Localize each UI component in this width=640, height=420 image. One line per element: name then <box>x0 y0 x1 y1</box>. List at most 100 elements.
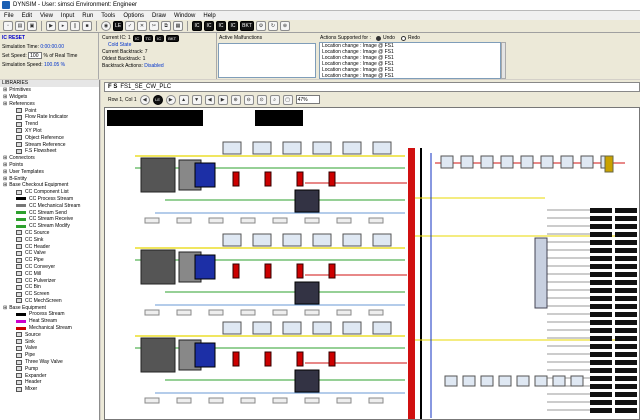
action-item[interactable]: Location change : Image @ FS1 <box>320 73 500 78</box>
library-item[interactable]: CC Conveyer <box>0 264 99 271</box>
library-item[interactable]: Valve <box>0 345 99 352</box>
library-item[interactable]: ⊞ Widgets <box>0 94 99 101</box>
zoom-area-icon[interactable]: ⌕ <box>269 94 280 105</box>
save-icon[interactable]: ▣ <box>27 21 37 31</box>
nav-back-icon[interactable]: ◀ <box>139 94 150 105</box>
library-item[interactable]: XY Plot <box>0 128 99 135</box>
actions-scrollbar[interactable] <box>501 42 506 79</box>
library-item[interactable]: ⊞ Base Equipment <box>0 304 99 311</box>
run-icon[interactable]: ▶ <box>46 21 56 31</box>
library-item[interactable]: ⊞ Base Checkout Equipment <box>0 182 99 189</box>
menu-window[interactable]: Window <box>170 13 199 19</box>
menu-run[interactable]: Run <box>78 13 97 19</box>
menu-edit[interactable]: Edit <box>18 13 36 19</box>
library-item[interactable]: CC Screen <box>0 291 99 298</box>
library-item[interactable]: CC Stream Send <box>0 209 99 216</box>
library-item[interactable]: Source <box>0 331 99 338</box>
ic-button-4[interactable]: IC <box>228 21 238 31</box>
check-icon[interactable]: ✓ <box>125 21 135 31</box>
library-item[interactable]: Pipe <box>0 352 99 359</box>
le-doc-button[interactable]: LE <box>152 94 163 105</box>
open-icon[interactable]: ▤ <box>15 21 25 31</box>
zoom-fit-icon[interactable]: ⊙ <box>256 94 267 105</box>
arrow-right-icon[interactable]: ▶ <box>217 94 228 105</box>
redo-radio[interactable] <box>400 35 406 41</box>
menu-draw[interactable]: Draw <box>148 13 170 19</box>
library-item[interactable]: CC Bin <box>0 284 99 291</box>
nav-fwd-icon[interactable]: ▶ <box>165 94 176 105</box>
arrow-down-icon[interactable]: ▼ <box>191 94 202 105</box>
library-item[interactable]: Flow Rate Indicator <box>0 114 99 121</box>
ic-button-1[interactable]: IC <box>192 21 202 31</box>
tc-panel-button[interactable]: TC <box>143 34 153 42</box>
library-item[interactable]: CC Stream Receive <box>0 216 99 223</box>
library-item[interactable]: ⊞ Connectors <box>0 155 99 162</box>
library-item[interactable]: Three Way Valve <box>0 359 99 366</box>
paste-icon[interactable]: ▦ <box>173 21 183 31</box>
x-icon[interactable]: ✕ <box>137 21 147 31</box>
zoom-select[interactable]: 47% <box>295 95 320 104</box>
menu-view[interactable]: View <box>36 13 57 19</box>
library-item[interactable]: Stream Reference <box>0 141 99 148</box>
menu-input[interactable]: Input <box>57 13 78 19</box>
library-item[interactable]: CC Process Stream <box>0 196 99 203</box>
arrow-up-icon[interactable]: ▲ <box>178 94 189 105</box>
menu-tools[interactable]: Tools <box>97 13 119 19</box>
ic-panel-button-2[interactable]: IC <box>154 34 164 42</box>
library-item[interactable]: Trend <box>0 121 99 128</box>
library-item[interactable]: Mechanical Stream <box>0 325 99 332</box>
malfunctions-list[interactable] <box>218 43 316 78</box>
zoom-out-icon[interactable]: ⊖ <box>243 94 254 105</box>
library-item[interactable]: CC Stream Modify <box>0 223 99 230</box>
library-item[interactable]: CC MechScreen <box>0 298 99 305</box>
library-item[interactable]: ⊞ References <box>0 100 99 107</box>
menu-options[interactable]: Options <box>119 13 148 19</box>
library-item[interactable]: Process Stream <box>0 311 99 318</box>
library-item[interactable]: Pump <box>0 365 99 372</box>
library-item[interactable]: CC Mechanical Stream <box>0 202 99 209</box>
refresh-icon[interactable]: ↻ <box>268 21 278 31</box>
ic-button-2[interactable]: IC <box>204 21 214 31</box>
menu-help[interactable]: Help <box>199 13 219 19</box>
bkt-button[interactable]: BKT <box>240 21 254 31</box>
library-item[interactable]: Header <box>0 379 99 386</box>
step-icon[interactable]: ▸ <box>58 21 68 31</box>
speed-input[interactable]: 100 <box>28 52 43 59</box>
cut-icon[interactable]: ✂ <box>149 21 159 31</box>
library-item[interactable]: F.S Flowsheet <box>0 148 99 155</box>
library-item[interactable]: CC Pulverizer <box>0 277 99 284</box>
library-item[interactable]: CC Source <box>0 230 99 237</box>
library-item[interactable]: Mixer <box>0 386 99 393</box>
snapshot-icon[interactable]: ◉ <box>101 21 111 31</box>
library-item[interactable]: ⊞ Points <box>0 162 99 169</box>
copy-icon[interactable]: ⧉ <box>161 21 171 31</box>
library-item[interactable]: CC Header <box>0 243 99 250</box>
library-item[interactable]: CC Sink <box>0 236 99 243</box>
library-item[interactable]: ⊞ B-Entity <box>0 175 99 182</box>
pause-icon[interactable]: ∥ <box>70 21 80 31</box>
stop-icon[interactable]: ■ <box>82 21 92 31</box>
ic-panel-button-1[interactable]: IC <box>132 34 142 42</box>
library-item[interactable]: CC Valve <box>0 250 99 257</box>
library-item[interactable]: CC Mill <box>0 270 99 277</box>
library-item[interactable]: Heat Stream <box>0 318 99 325</box>
library-item[interactable]: CC Component List <box>0 189 99 196</box>
new-icon[interactable]: ▫ <box>3 21 13 31</box>
actions-list[interactable]: Location change : Image @ FS1 Location c… <box>319 42 501 79</box>
menu-file[interactable]: File <box>0 13 18 19</box>
zoom-icon[interactable]: ⊕ <box>280 21 290 31</box>
undo-radio[interactable] <box>376 35 381 41</box>
zoom-in-icon[interactable]: ⊕ <box>230 94 241 105</box>
library-item[interactable]: ⊞ User Templates <box>0 168 99 175</box>
library-item[interactable]: CC Pipe <box>0 257 99 264</box>
gear-icon[interactable]: ⚙ <box>256 21 266 31</box>
le-button[interactable]: LE <box>113 21 123 31</box>
ic-button-3[interactable]: IC <box>216 21 226 31</box>
library-item[interactable]: Sink <box>0 338 99 345</box>
arrow-left-icon[interactable]: ◀ <box>204 94 215 105</box>
bkt-panel-button[interactable]: BKT <box>165 34 179 42</box>
library-item[interactable]: Object Reference <box>0 134 99 141</box>
library-item[interactable]: Point <box>0 107 99 114</box>
flowsheet-canvas[interactable] <box>104 107 640 420</box>
zoom-window-icon[interactable]: ▢ <box>282 94 293 105</box>
